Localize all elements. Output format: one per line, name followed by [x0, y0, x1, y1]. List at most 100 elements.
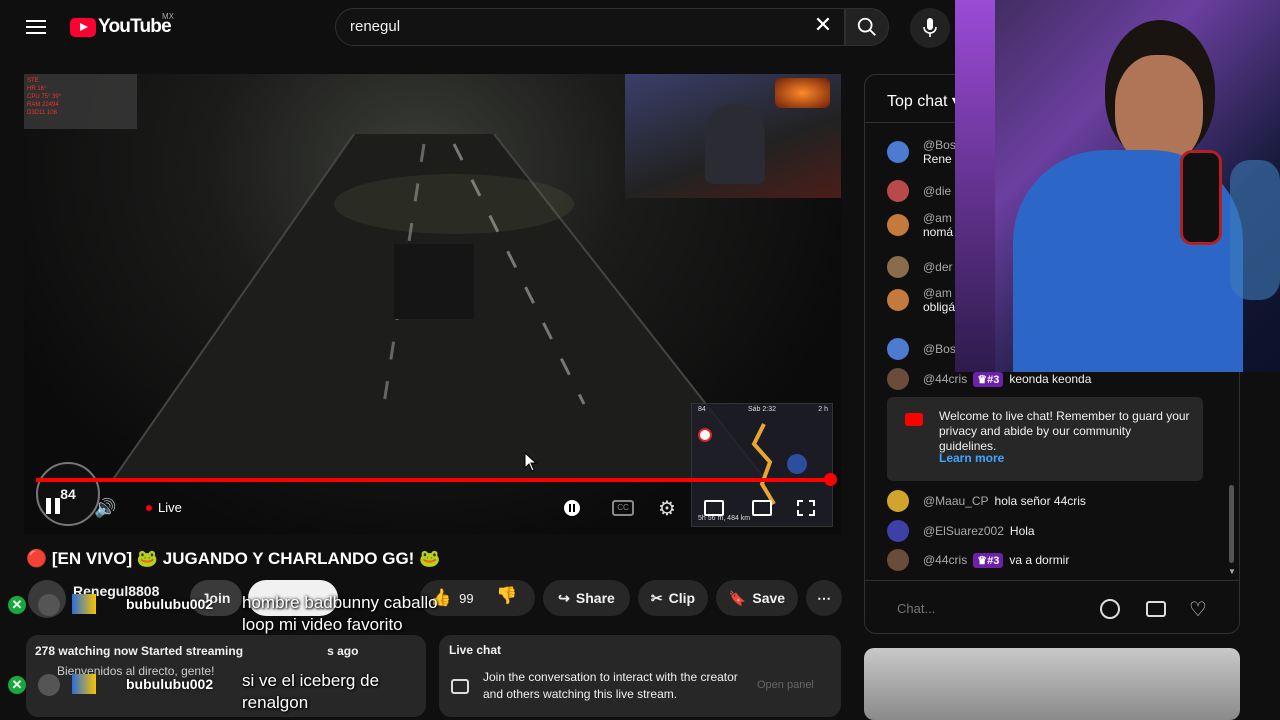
scroll-down-icon[interactable]: ▼ [1228, 567, 1236, 576]
overlay-username: bubulubu002 [126, 596, 214, 612]
avatar [887, 549, 909, 571]
chat-message: @Maau_CP hola señor 44cris [887, 490, 1086, 512]
chat-bubble-icon [451, 679, 469, 694]
chat-author[interactable]: @Bos [923, 342, 956, 356]
chat-author[interactable]: @der [923, 260, 953, 274]
chat-text: keonda keonda [1009, 372, 1092, 386]
overlay-badges-icon [72, 594, 96, 614]
captions-icon[interactable]: CC [612, 500, 634, 516]
welcome-banner: Welcome to live chat! Remember to guard … [887, 397, 1203, 481]
chat-author[interactable]: @ElSuarez002 [923, 524, 1004, 538]
live-indicator[interactable]: Live [146, 500, 182, 515]
progress-scrubber[interactable] [824, 473, 837, 486]
chat-scrollbar[interactable] [1229, 485, 1234, 563]
chat-author[interactable]: @44cris [923, 553, 967, 567]
member-crown-badge: ♛#3 [973, 371, 1004, 387]
live-dot-icon [146, 504, 152, 511]
chat-text: hola señor 44cris [994, 494, 1086, 508]
scissors-icon: ✂ [650, 589, 663, 606]
live-chat-card-text: Join the conversation to interact with t… [483, 670, 738, 701]
avatar [887, 490, 909, 512]
cast-icon[interactable] [752, 500, 772, 516]
avatar [887, 214, 909, 236]
overlay-x-badge-icon: ✕ [8, 596, 26, 614]
youtube-icon [905, 413, 923, 426]
chat-message: @der [887, 256, 953, 278]
progress-bar[interactable] [36, 478, 831, 482]
clip-label: Clip [668, 590, 696, 606]
hud-line: HR 16° [27, 86, 47, 92]
minimap-distance: 5h 56 m, 484 km [698, 515, 751, 522]
mouse-cursor-icon [524, 452, 538, 472]
youtube-logo[interactable]: YouTube MX [70, 12, 174, 38]
overlay-message: si ve el iceberg de renalgon [242, 671, 380, 712]
save-button[interactable]: 🔖 Save [716, 580, 798, 616]
chat-message: @Bos [887, 338, 956, 360]
heart-icon[interactable]: ♡ [1189, 597, 1207, 622]
chat-author[interactable]: @am [923, 286, 952, 300]
avatar [887, 520, 909, 542]
overlay-badges-icon [72, 674, 96, 694]
menu-icon[interactable] [24, 16, 48, 40]
video-title: 🔴 [EN VIVO] 🐸 JUGANDO Y CHARLANDO GG! 🐸 [26, 549, 441, 568]
hud-line: D3D11 108 [27, 110, 57, 116]
learn-more-link[interactable]: Learn more [939, 451, 1004, 465]
chat-text: Rene [923, 152, 952, 166]
search-icon [857, 17, 876, 36]
search-button[interactable] [845, 8, 889, 46]
chat-author[interactable]: @Bos [923, 138, 956, 152]
youtube-play-icon [70, 17, 96, 37]
avatar [887, 141, 909, 163]
hud-line: STE [27, 78, 39, 84]
more-actions-button[interactable]: ⋯ [806, 580, 842, 616]
chat-mode-dropdown[interactable]: Top chat ▾ [887, 91, 960, 111]
fullscreen-icon[interactable] [797, 500, 815, 516]
search-input[interactable] [350, 18, 770, 35]
clip-button[interactable]: ✂ Clip [638, 580, 708, 616]
emoji-icon[interactable] [1100, 599, 1120, 619]
chat-author[interactable]: @44cris [923, 372, 967, 386]
open-panel-button[interactable]: Open panel [757, 679, 814, 691]
watching-stats: 278 watching now Started streaming [35, 644, 244, 658]
settings-gear-icon[interactable]: ⚙ [658, 496, 676, 521]
clear-search-icon[interactable]: ✕ [812, 14, 834, 36]
avatar [887, 368, 909, 390]
thumbs-down-icon[interactable]: 👎 [496, 586, 517, 606]
avatar [887, 289, 909, 311]
chat-message: @Bos Rene [887, 138, 956, 166]
streamer-webcam-overlay [955, 0, 1280, 372]
below-chat-thumbnail[interactable] [864, 648, 1240, 720]
overlay-x-badge-icon: ✕ [8, 676, 26, 694]
autoplay-toggle-icon[interactable] [564, 500, 580, 516]
avatar [887, 256, 909, 278]
live-chat-card: Live chat Join the conversation to inter… [439, 635, 841, 717]
volume-icon[interactable]: 🔊 [94, 498, 116, 519]
chat-input[interactable] [897, 601, 1077, 616]
live-label: Live [158, 500, 182, 515]
hud-line: CPU 75° 39° [27, 94, 62, 100]
logo-text: YouTube [98, 16, 172, 37]
share-icon: ↪ [558, 589, 570, 606]
overlay-username: bubulubu002 [126, 676, 214, 692]
chat-message: @am obligá [887, 286, 955, 314]
chat-author[interactable]: @die [923, 184, 951, 198]
hud-line: RAM 22494 [27, 102, 59, 108]
avatar [887, 180, 909, 202]
member-crown-badge: ♛#3 [973, 552, 1004, 568]
chat-text: Hola [1009, 524, 1035, 538]
overlay-message: hombre badbunny caballo loop mi video fa… [242, 593, 438, 634]
share-button[interactable]: ↪ Share [543, 580, 630, 616]
super-chat-icon[interactable] [1146, 601, 1166, 617]
masthead: YouTube MX ✕ [0, 0, 955, 56]
save-label: Save [752, 590, 786, 606]
miniplayer-icon[interactable] [704, 500, 724, 516]
chat-author[interactable]: @am [923, 211, 952, 225]
chat-author[interactable]: @Maau_CP [923, 494, 989, 508]
search-box[interactable] [335, 8, 845, 46]
pause-icon [46, 498, 51, 514]
pause-button[interactable] [46, 498, 64, 516]
voice-search-button[interactable] [910, 8, 950, 48]
video-player[interactable]: STE HR 16° CPU 75° 39° RAM 22494 D3D11 1… [24, 74, 841, 534]
live-chat-card-title: Live chat [449, 643, 502, 657]
country-code: MX [162, 12, 174, 21]
